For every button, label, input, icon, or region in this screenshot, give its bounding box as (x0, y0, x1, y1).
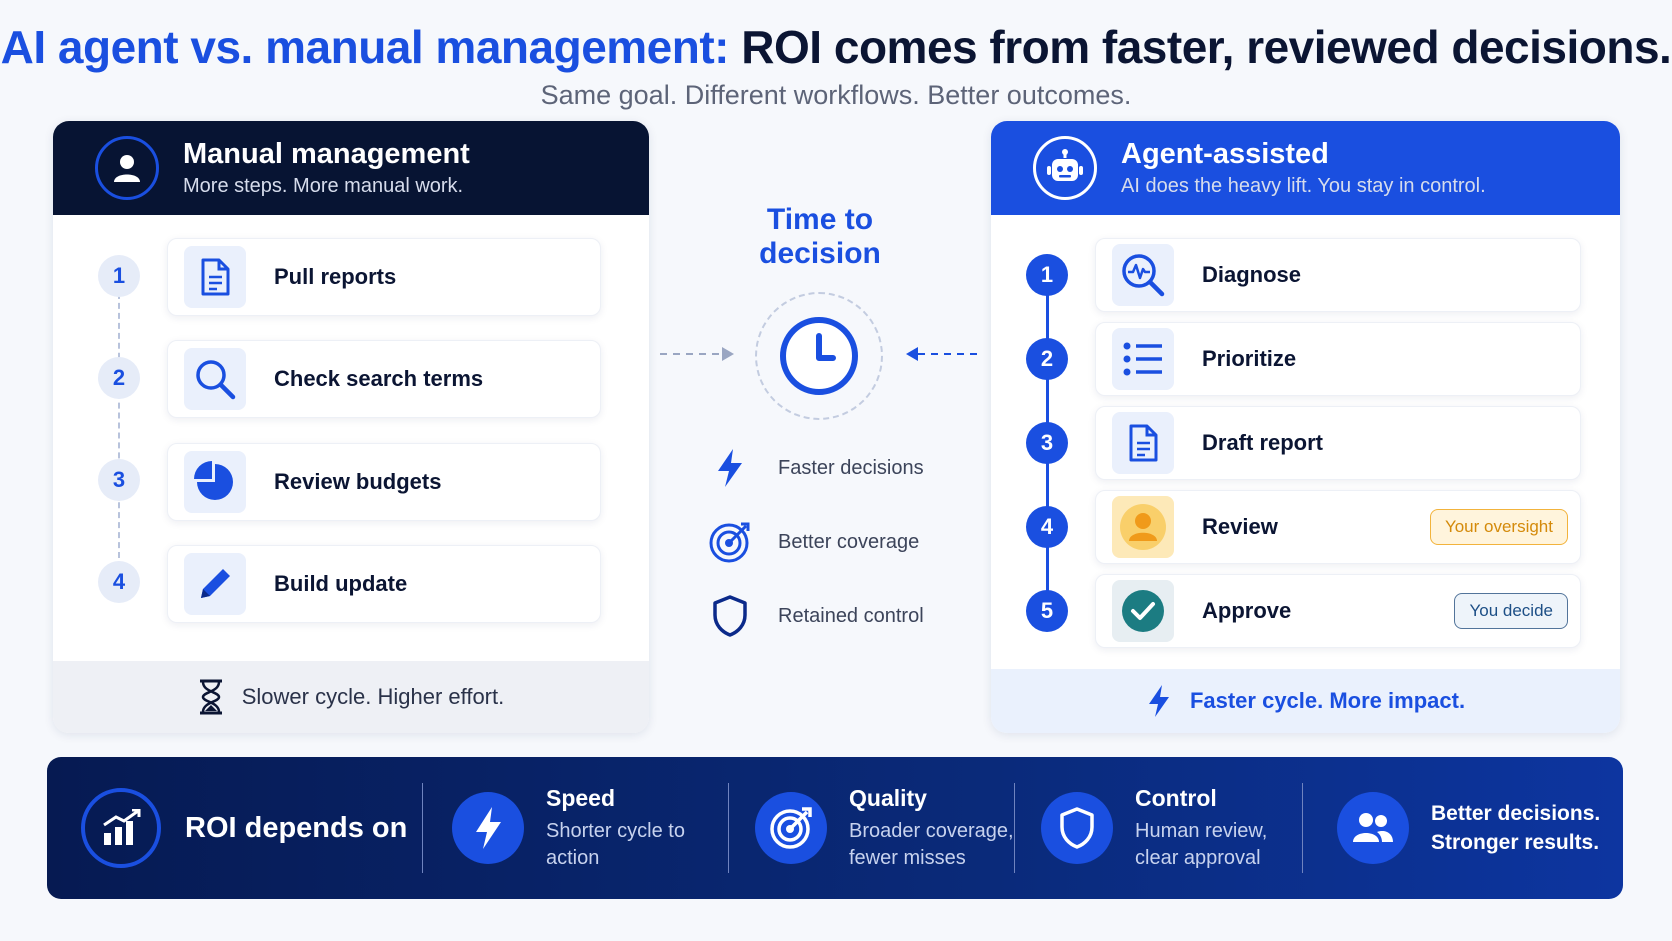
roi-main: ROI depends on (81, 757, 407, 899)
agent-step-number: 1 (1026, 254, 1068, 296)
time-to-decision-line2: decision (759, 237, 881, 270)
roi-main-label: ROI depends on (185, 811, 408, 844)
agent-step-card[interactable]: Approve You decide (1095, 574, 1581, 648)
manual-footer-text: Slower cycle. Higher effort. (241, 684, 505, 709)
agent-step-label: Draft report (1202, 430, 1324, 455)
roi-factor-text: Broader coverage, fewer misses (849, 819, 1014, 869)
manual-panel: Manual management More steps. More manua… (53, 121, 649, 733)
roi-factor: Speed Shorter cycle to action (452, 757, 716, 899)
benefit-label: Retained control (778, 604, 924, 627)
manual-step-number: 4 (98, 561, 140, 603)
target-icon (755, 792, 827, 864)
clock-ring (755, 292, 883, 420)
shield-icon (1041, 792, 1113, 864)
time-to-decision-line1: Time to (766, 203, 874, 236)
agent-step-number: 3 (1026, 422, 1068, 464)
diagnose-icon (1112, 244, 1174, 306)
agent-title: Agent-assisted (1121, 138, 1329, 170)
time-to-decision-title: Time to decision (720, 203, 920, 271)
manual-step-card[interactable]: Check search terms (167, 340, 601, 418)
benefit-item: Faster decisions (708, 448, 924, 488)
decide-badge: You decide (1454, 593, 1568, 629)
agent-step-card[interactable]: Diagnose (1095, 238, 1581, 312)
page-title: AI agent vs. manual management: ROI come… (0, 20, 1672, 74)
manual-step-label: Build update (274, 571, 408, 596)
person-icon (1112, 496, 1174, 558)
document-icon (1112, 412, 1174, 474)
page-subtitle: Same goal. Different workflows. Better o… (540, 80, 1132, 110)
title-highlight: AI agent vs. manual management: (0, 21, 730, 73)
users-icon (1337, 792, 1409, 864)
agent-step-label: Approve (1202, 598, 1292, 623)
agent-footer: Faster cycle. More impact. (991, 669, 1620, 733)
roi-outcome-text: Better decisions. Stronger results. (1431, 802, 1601, 854)
lightning-icon (452, 792, 524, 864)
manual-footer: Slower cycle. Higher effort. (53, 661, 649, 733)
roi-factor-title: Quality (849, 784, 927, 811)
shield-icon (708, 594, 752, 638)
roi-factor-title: Speed (546, 784, 616, 811)
search-icon (184, 348, 246, 410)
agent-step-card[interactable]: Draft report (1095, 406, 1581, 480)
lightning-icon (708, 448, 752, 488)
agent-step-number: 4 (1026, 506, 1068, 548)
manual-title: Manual management (183, 138, 470, 170)
check-icon (1112, 580, 1174, 642)
title-rest: ROI comes from faster, reviewed decision… (741, 21, 1672, 73)
target-icon (708, 520, 752, 564)
agent-subtitle: AI does the heavy lift. You stay in cont… (1121, 175, 1486, 197)
arrow-right-icon (660, 347, 734, 361)
user-icon (95, 136, 159, 200)
benefit-item: Better coverage (708, 520, 919, 564)
manual-step-card[interactable]: Review budgets (167, 443, 601, 521)
roi-factor: Control Human review, clear approval (1041, 757, 1305, 899)
benefit-item: Retained control (708, 594, 924, 638)
manual-step-label: Review budgets (274, 469, 442, 494)
agent-panel: Agent-assisted AI does the heavy lift. Y… (991, 121, 1620, 733)
manual-panel-header: Manual management More steps. More manua… (53, 121, 649, 215)
roi-banner: ROI depends on Speed Shorter cycle to ac… (47, 757, 1623, 899)
manual-step-number: 2 (98, 357, 140, 399)
agent-footer-text: Faster cycle. More impact. (1189, 688, 1466, 713)
agent-panel-header: Agent-assisted AI does the heavy lift. Y… (991, 121, 1620, 215)
agent-step-number: 5 (1026, 590, 1068, 632)
agent-step-label: Diagnose (1202, 262, 1302, 287)
hourglass-icon (198, 679, 224, 715)
roi-factor-title: Control (1135, 784, 1217, 811)
document-icon (184, 246, 246, 308)
manual-step-card[interactable]: Pull reports (167, 238, 601, 316)
growth-chart-icon (81, 788, 161, 868)
agent-step-card[interactable]: Prioritize (1095, 322, 1581, 396)
agent-step-card[interactable]: Review Your oversight (1095, 490, 1581, 564)
banner-divider (1014, 783, 1015, 873)
clock-icon (780, 317, 858, 395)
roi-factor-text: Shorter cycle to action (546, 819, 685, 869)
banner-divider (728, 783, 729, 873)
manual-connector-line (118, 283, 120, 568)
benefit-label: Faster decisions (778, 456, 924, 479)
agent-step-number: 2 (1026, 338, 1068, 380)
manual-step-number: 1 (98, 255, 140, 297)
banner-divider (1302, 783, 1303, 873)
pencil-icon (184, 553, 246, 615)
roi-outcome: Better decisions. Stronger results. (1337, 757, 1601, 899)
lightning-icon (1146, 684, 1172, 718)
agent-step-label: Review (1202, 514, 1278, 539)
manual-subtitle: More steps. More manual work. (183, 175, 464, 197)
benefit-label: Better coverage (778, 530, 920, 553)
roi-factor: Quality Broader coverage, fewer misses (755, 757, 1019, 899)
robot-icon (1033, 136, 1097, 200)
list-icon (1112, 328, 1174, 390)
manual-step-card[interactable]: Build update (167, 545, 601, 623)
oversight-badge: Your oversight (1429, 509, 1568, 545)
manual-step-label: Check search terms (274, 366, 484, 391)
banner-divider (422, 783, 423, 873)
roi-factor-text: Human review, clear approval (1135, 819, 1268, 869)
manual-step-number: 3 (98, 459, 140, 501)
arrow-left-icon (906, 347, 980, 361)
agent-step-label: Prioritize (1202, 346, 1297, 371)
pie-chart-icon (184, 451, 246, 513)
manual-step-label: Pull reports (274, 264, 397, 289)
